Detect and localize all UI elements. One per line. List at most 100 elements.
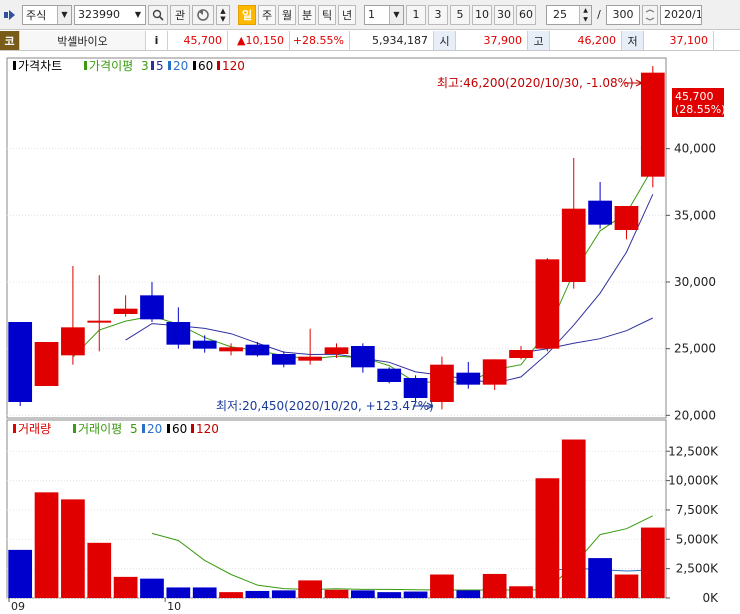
candle-body xyxy=(509,350,533,358)
period-monthly[interactable]: 월 xyxy=(278,4,296,25)
volume-bar xyxy=(113,576,138,598)
candle-body xyxy=(61,327,85,356)
candle-body xyxy=(271,354,296,365)
period-yearly[interactable]: 년 xyxy=(338,4,356,25)
stock-name[interactable]: 박셀바이오 xyxy=(20,31,146,50)
legend-bar-marker xyxy=(167,424,170,433)
stock-chart[interactable]: 20,000 25,000 30,000 35,000 40,000 0K 2,500K 5,… xyxy=(0,52,740,614)
count-separator: / xyxy=(597,8,601,21)
refresh-button[interactable] xyxy=(192,4,214,25)
interval-button-10[interactable]: 10 xyxy=(472,4,492,25)
volume-bar xyxy=(34,492,59,598)
price-legend: 가격차트 가격이평 3 5 20 60 120 xyxy=(13,59,245,73)
legend-bar-marker xyxy=(142,424,145,433)
interest-button[interactable]: 관 xyxy=(170,4,190,25)
volume-ma120-value: 120 xyxy=(196,422,219,436)
trade-volume: 5,934,187 xyxy=(350,31,434,50)
high-price: 46,200 xyxy=(550,31,622,50)
legend-bar-marker xyxy=(13,424,16,433)
candle-body xyxy=(588,200,612,225)
volume-ma5-value: 5 xyxy=(130,422,138,436)
candle-body xyxy=(34,342,59,386)
down-arrow-icon: ▼ xyxy=(583,15,588,23)
candle-body xyxy=(324,347,349,354)
chart-canvas[interactable]: 20,000 25,000 30,000 35,000 40,000 0K 2,500K 5,… xyxy=(0,52,740,614)
last-price-value: 45,700 xyxy=(675,90,714,103)
volume-ma-label: 거래이평 xyxy=(78,422,122,436)
down-arrow-icon: ▼ xyxy=(220,14,226,23)
interval-button-1[interactable]: 1 xyxy=(406,4,426,25)
price-ma3-value: 3 xyxy=(141,59,149,73)
stock-code-value: 323990 xyxy=(78,8,120,21)
candle-body xyxy=(87,320,112,323)
price-ma60-value: 60 xyxy=(198,59,213,73)
candle-body xyxy=(640,72,665,177)
candle-body xyxy=(166,322,191,345)
volume-bar xyxy=(403,591,428,598)
search-button[interactable] xyxy=(148,4,168,25)
candle-body xyxy=(456,372,481,385)
period-minute[interactable]: 분 xyxy=(298,4,316,25)
high-annotation-text: 최고:46,200(2020/10/30, -1.08%) xyxy=(437,76,634,90)
high-label: 고 xyxy=(528,31,550,50)
interval-button-60[interactable]: 60 xyxy=(516,4,536,25)
candle-body xyxy=(8,322,33,402)
quote-bar: 코 박셀바이오 i 45,700 ▲10,150 +28.55% 5,934,1… xyxy=(0,31,740,51)
low-annotation-text: 최저:20,450(2020/10/20, +123.47%) xyxy=(216,399,434,413)
volume-bar xyxy=(219,592,243,598)
candle-body xyxy=(430,364,454,402)
volume-bar xyxy=(245,590,270,598)
price-ma120-value: 120 xyxy=(222,59,245,73)
legend-bar-marker xyxy=(193,61,196,70)
period-weekly[interactable]: 주 xyxy=(258,4,276,25)
volume-axis-label: 7,500K xyxy=(676,503,719,517)
interval-button-5[interactable]: 5 xyxy=(450,4,470,25)
current-price: 45,700 xyxy=(168,31,228,50)
stock-code-input[interactable]: 323990 ▼ xyxy=(74,4,146,25)
price-axis-label: 40,000 xyxy=(674,142,716,156)
candle-body xyxy=(298,356,323,361)
volume-axis-label: 5,000K xyxy=(676,532,719,546)
chevron-down-icon: ▼ xyxy=(57,5,71,24)
period-tick[interactable]: 틱 xyxy=(318,4,336,25)
volume-bar xyxy=(535,478,560,598)
up-arrow-icon: ▲ xyxy=(583,6,588,14)
code-stepper[interactable]: ▲ ▼ xyxy=(216,4,230,25)
chart-type-icon[interactable] xyxy=(2,5,20,25)
volume-bar xyxy=(561,439,586,598)
candle-body xyxy=(482,359,507,385)
period-daily[interactable]: 일 xyxy=(238,4,256,25)
volume-bar xyxy=(377,592,402,598)
candle-body xyxy=(561,208,586,282)
price-axis-label: 25,000 xyxy=(674,342,716,356)
price-ma20-value: 20 xyxy=(173,59,188,73)
low-label: 저 xyxy=(622,31,644,50)
open-label: 시 xyxy=(434,31,456,50)
volume-bar xyxy=(8,549,33,598)
zoom-button[interactable] xyxy=(642,4,658,25)
total-count-input[interactable]: 300 xyxy=(606,4,640,25)
volume-ma60-value: 60 xyxy=(172,422,187,436)
volume-bar xyxy=(271,590,296,598)
interval-select-value: 1 xyxy=(368,8,375,21)
interval-button-3[interactable]: 3 xyxy=(428,4,448,25)
volume-bar xyxy=(430,574,454,598)
display-count-stepper[interactable]: ▲ ▼ xyxy=(579,5,591,24)
search-icon xyxy=(152,9,164,21)
legend-bar-marker xyxy=(151,61,154,70)
chevron-down-icon: ▼ xyxy=(131,5,145,24)
x-axis-label: 10 xyxy=(167,600,181,613)
up-arrow-icon: ▲ xyxy=(220,6,226,15)
last-price-rate: (28.55%) xyxy=(675,103,726,116)
legend-bar-marker xyxy=(191,424,194,433)
display-count-input[interactable]: 25 ▲ ▼ xyxy=(546,4,592,25)
volume-bar xyxy=(482,573,507,598)
interval-select[interactable]: 1 ▼ xyxy=(364,4,404,25)
price-legend-title: 가격차트 xyxy=(18,59,62,73)
display-count-value: 25 xyxy=(553,8,567,21)
interval-button-30[interactable]: 30 xyxy=(494,4,514,25)
date-input[interactable]: 2020/1 xyxy=(660,4,702,25)
market-select[interactable]: 주식 ▼ xyxy=(22,4,72,25)
info-button[interactable]: i xyxy=(146,31,168,50)
volume-bar xyxy=(140,578,164,598)
